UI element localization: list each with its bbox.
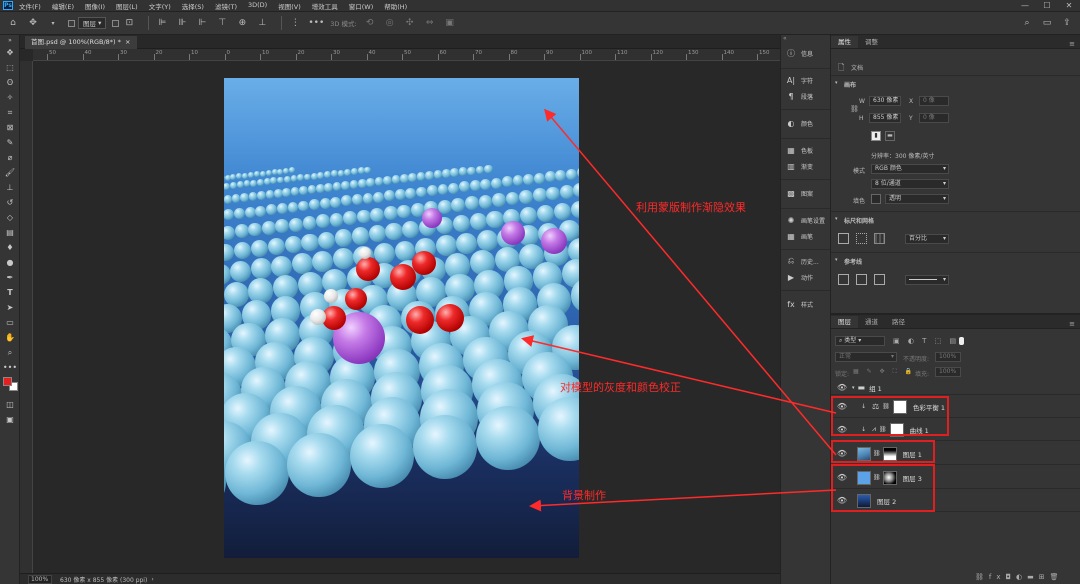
arrow-to-background bbox=[529, 489, 837, 512]
arrow-to-balls bbox=[521, 335, 837, 414]
annotation-arrows bbox=[521, 108, 837, 512]
